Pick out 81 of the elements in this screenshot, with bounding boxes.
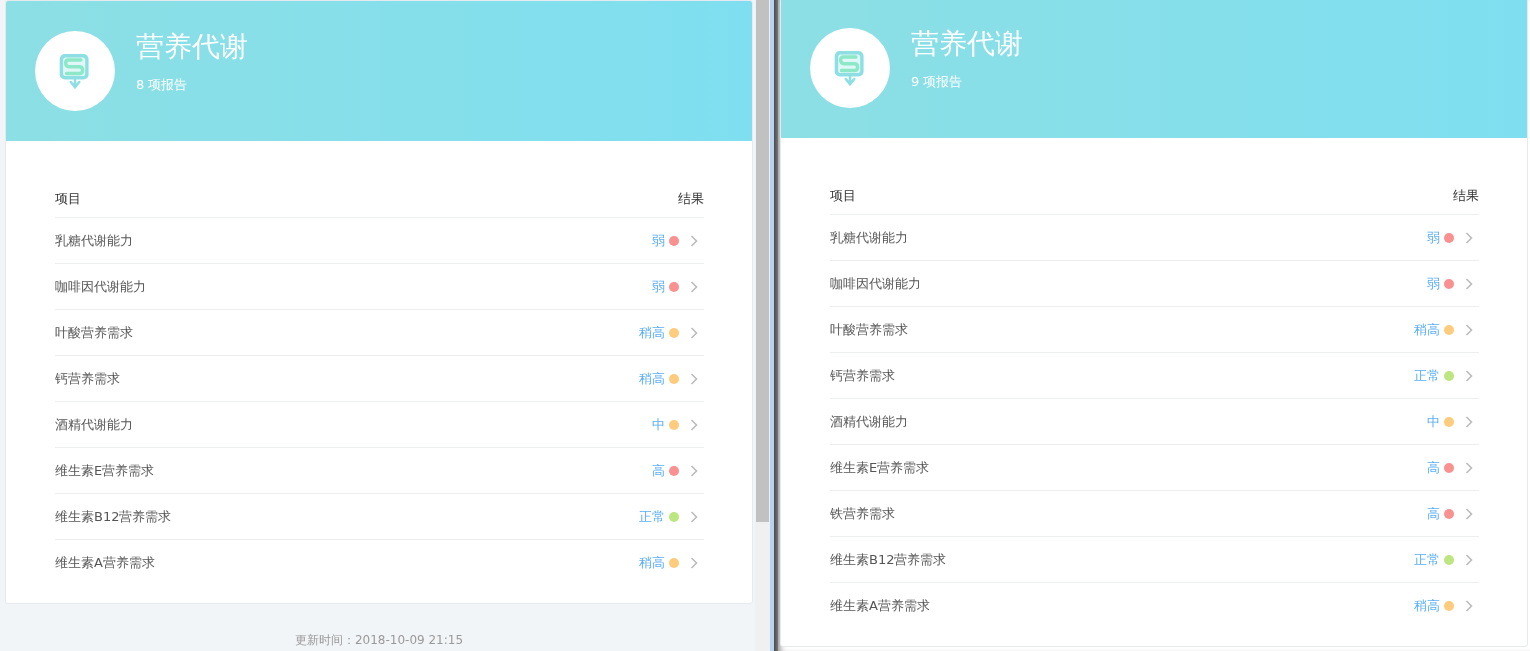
result-label: 高	[652, 461, 665, 480]
item-name: 乳糖代谢能力	[830, 228, 908, 247]
chevron-right-icon	[1465, 369, 1473, 382]
item-name: 叶酸营养需求	[830, 320, 908, 339]
result-label: 弱	[1427, 274, 1440, 293]
chevron-right-icon	[1465, 277, 1473, 290]
message-icon	[833, 49, 867, 87]
report-row[interactable]: 叶酸营养需求 稍高	[55, 310, 704, 356]
result-label: 稍高	[639, 369, 665, 388]
chevron-right-icon	[1465, 323, 1473, 336]
chevron-right-icon	[1465, 415, 1473, 428]
chevron-right-icon	[1465, 461, 1473, 474]
chevron-right-icon	[690, 510, 698, 523]
column-header: 结果	[678, 190, 704, 208]
result-label: 稍高	[639, 553, 665, 572]
card-title: 营养代谢	[911, 26, 1023, 62]
item-name: 乳糖代谢能力	[55, 231, 133, 250]
result-label: 高	[1427, 458, 1440, 477]
report-row[interactable]: 酒精代谢能力 中	[830, 399, 1479, 445]
item-name: 咖啡因代谢能力	[830, 274, 921, 293]
item-name: 维生素B12营养需求	[830, 550, 947, 569]
report-row[interactable]: 维生素A营养需求 稍高	[55, 540, 704, 585]
item-name: 维生素E营养需求	[55, 461, 155, 480]
result-label: 弱	[652, 277, 665, 296]
column-header: 结果	[1453, 187, 1479, 205]
report-row[interactable]: 乳糖代谢能力 弱	[55, 218, 704, 264]
item-name: 维生素E营养需求	[830, 458, 930, 477]
item-name: 咖啡因代谢能力	[55, 277, 146, 296]
chevron-right-icon	[690, 280, 698, 293]
result-label: 弱	[1427, 228, 1440, 247]
item-name: 维生素A营养需求	[830, 596, 930, 615]
chevron-right-icon	[1465, 507, 1473, 520]
result-label: 弱	[652, 231, 665, 250]
report-row[interactable]: 乳糖代谢能力 弱	[830, 215, 1479, 261]
item-name: 钙营养需求	[830, 366, 895, 385]
result-label: 稍高	[1414, 320, 1440, 339]
result-label: 中	[1427, 412, 1440, 431]
report-row[interactable]: 维生素E营养需求 高	[55, 448, 704, 494]
item-name: 维生素B12营养需求	[55, 507, 172, 526]
scrollbar-thumb[interactable]	[756, 0, 769, 522]
chevron-right-icon	[1465, 599, 1473, 612]
item-name: 钙营养需求	[55, 369, 120, 388]
chevron-right-icon	[1465, 553, 1473, 566]
card-title: 营养代谢	[136, 29, 248, 65]
report-row[interactable]: 钙营养需求 稍高	[55, 356, 704, 402]
report-row[interactable]: 咖啡因代谢能力 弱	[830, 261, 1479, 307]
item-name: 酒精代谢能力	[55, 415, 133, 434]
item-name: 铁营养需求	[830, 504, 895, 523]
item-name: 叶酸营养需求	[55, 323, 133, 342]
chevron-right-icon	[690, 326, 698, 339]
result-label: 稍高	[639, 323, 665, 342]
result-label: 稍高	[1414, 596, 1440, 615]
chevron-right-icon	[690, 464, 698, 477]
report-count: 9 项报告	[911, 73, 964, 91]
chevron-right-icon	[690, 234, 698, 247]
result-label: 高	[1427, 504, 1440, 523]
result-label: 正常	[1414, 366, 1440, 385]
report-count: 8 项报告	[136, 76, 189, 94]
report-row[interactable]: 咖啡因代谢能力 弱	[55, 264, 704, 310]
report-row[interactable]: 钙营养需求 正常	[830, 353, 1479, 399]
chevron-right-icon	[690, 418, 698, 431]
report-row[interactable]: 酒精代谢能力 中	[55, 402, 704, 448]
column-header: 项目	[55, 190, 81, 208]
item-name: 维生素A营养需求	[55, 553, 155, 572]
report-row[interactable]: 维生素E营养需求 高	[830, 445, 1479, 491]
report-row[interactable]: 维生素A营养需求 稍高	[830, 583, 1479, 628]
item-name: 酒精代谢能力	[830, 412, 908, 431]
chevron-right-icon	[690, 372, 698, 385]
scrollbar[interactable]	[755, 0, 770, 651]
column-header: 项目	[830, 187, 856, 205]
result-label: 中	[652, 415, 665, 434]
report-row[interactable]: 铁营养需求 高	[830, 491, 1479, 537]
chevron-right-icon	[1465, 231, 1473, 244]
chevron-right-icon	[690, 556, 698, 569]
update-time: 更新时间：2018-10-09 21:15	[293, 632, 465, 649]
report-row[interactable]: 叶酸营养需求 稍高	[830, 307, 1479, 353]
result-label: 正常	[1414, 550, 1440, 569]
report-row[interactable]: 维生素B12营养需求 正常	[830, 537, 1479, 583]
message-icon	[58, 52, 92, 90]
result-label: 正常	[639, 507, 665, 526]
report-row[interactable]: 维生素B12营养需求 正常	[55, 494, 704, 540]
